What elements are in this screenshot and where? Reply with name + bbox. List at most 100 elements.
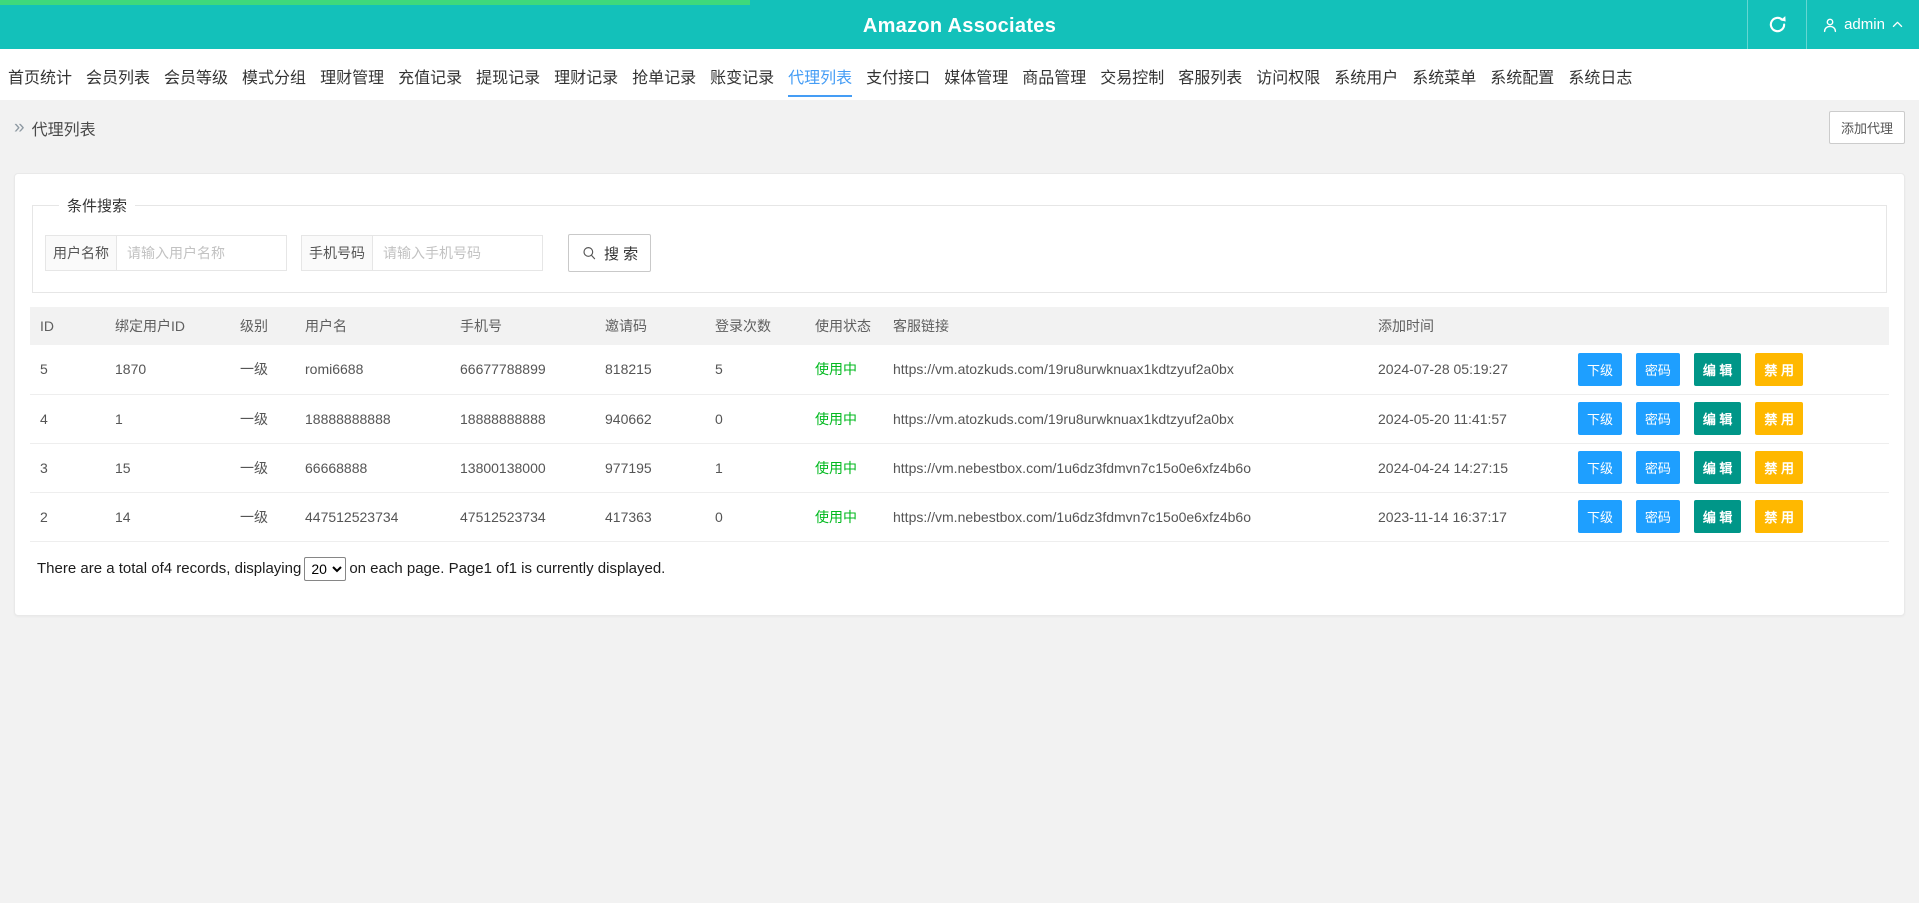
cell-username: romi6688 (295, 345, 450, 395)
cell-service-link: https://vm.nebestbox.com/1u6dz3fdmvn7c15… (883, 492, 1368, 542)
disable-button[interactable]: 禁 用 (1755, 451, 1803, 484)
cell-login-count: 0 (705, 394, 805, 444)
password-button[interactable]: 密码 (1635, 402, 1680, 435)
phone-field-label: 手机号码 (301, 235, 372, 271)
cell-level: 一级 (230, 394, 295, 444)
nav-item-member-list[interactable]: 会员列表 (86, 52, 150, 97)
sub-agents-button[interactable]: 下级 (1578, 402, 1623, 435)
nav-item-system-users[interactable]: 系统用户 (1334, 52, 1398, 97)
breadcrumb: » 代理列表 (14, 116, 96, 140)
nav-item-system-menu[interactable]: 系统菜单 (1412, 52, 1476, 97)
chevron-up-icon (1892, 21, 1903, 28)
pagination-text-before: There are a total of4 records, displayin… (37, 560, 302, 577)
password-button[interactable]: 密码 (1635, 500, 1680, 533)
page-head: » 代理列表 添加代理 (0, 100, 1919, 155)
cell-level: 一级 (230, 345, 295, 395)
refresh-icon (1769, 16, 1786, 33)
search-button-label: 搜 索 (604, 245, 639, 263)
cell-id: 5 (30, 345, 105, 395)
disable-button[interactable]: 禁 用 (1755, 500, 1803, 533)
disable-button[interactable]: 禁 用 (1755, 352, 1803, 386)
edit-button[interactable]: 编 辑 (1693, 352, 1742, 386)
nav-item-member-level[interactable]: 会员等级 (164, 52, 228, 97)
nav-item-recharge-log[interactable]: 充值记录 (398, 52, 462, 97)
breadcrumb-icon: » (14, 117, 25, 138)
pagination-text-after: on each page. Page1 of1 is currently dis… (349, 560, 666, 577)
col-actions (1568, 307, 1889, 345)
cell-added-time: 2023-11-14 16:37:17 (1368, 492, 1568, 542)
nav-item-withdraw-log[interactable]: 提现记录 (476, 52, 540, 97)
cell-login-count: 0 (705, 492, 805, 542)
nav-item-order-grab-log[interactable]: 抢单记录 (632, 52, 696, 97)
user-icon (1823, 18, 1837, 32)
cell-invite-code: 417363 (595, 492, 705, 542)
refresh-button[interactable] (1748, 0, 1806, 49)
topbar: Amazon Associates admin (0, 0, 1919, 49)
col-status: 使用状态 (805, 307, 883, 345)
username-label: admin (1844, 16, 1885, 33)
nav-item-system-log[interactable]: 系统日志 (1568, 52, 1632, 97)
edit-button[interactable]: 编 辑 (1693, 402, 1742, 435)
nav-item-balance-log[interactable]: 账变记录 (710, 52, 774, 97)
cell-id: 4 (30, 394, 105, 444)
cell-service-link: https://vm.atozkuds.com/19ru8urwknuax1kd… (883, 345, 1368, 395)
cell-id: 2 (30, 492, 105, 542)
nav-item-access-rights[interactable]: 访问权限 (1256, 52, 1320, 97)
cell-invite-code: 818215 (595, 345, 705, 395)
username-input[interactable] (116, 235, 287, 271)
app-title: Amazon Associates (862, 15, 1057, 37)
password-button[interactable]: 密码 (1635, 352, 1680, 386)
nav-item-finance-mgmt[interactable]: 理财管理 (320, 52, 384, 97)
nav-item-finance-log[interactable]: 理财记录 (554, 52, 618, 97)
cell-added-time: 2024-04-24 14:27:15 (1368, 443, 1568, 493)
edit-button[interactable]: 编 辑 (1693, 500, 1742, 533)
page-title: 代理列表 (31, 121, 96, 139)
col-login-count: 登录次数 (705, 307, 805, 345)
edit-button[interactable]: 编 辑 (1693, 451, 1742, 484)
cell-phone: 18888888888 (450, 394, 595, 444)
sub-agents-button[interactable]: 下级 (1578, 500, 1623, 533)
col-service-link: 客服链接 (883, 307, 1368, 345)
nav-item-home-stats[interactable]: 首页统计 (8, 52, 72, 97)
cell-username: 66668888 (295, 443, 450, 493)
user-menu[interactable]: admin (1807, 0, 1919, 49)
topbar-right: admin (1747, 0, 1919, 49)
search-row: 用户名称 手机号码 搜 索 (45, 234, 1876, 272)
cell-level: 一级 (230, 492, 295, 542)
disable-button[interactable]: 禁 用 (1755, 402, 1803, 435)
search-button[interactable]: 搜 索 (568, 234, 652, 272)
cell-username: 447512523734 (295, 492, 450, 542)
nav-item-service-list[interactable]: 客服列表 (1178, 52, 1242, 97)
password-button[interactable]: 密码 (1635, 451, 1680, 484)
search-panel: 条件搜索 用户名称 手机号码 搜 索 (32, 195, 1887, 293)
cell-username: 18888888888 (295, 394, 450, 444)
cell-service-link: https://vm.nebestbox.com/1u6dz3fdmvn7c15… (883, 443, 1368, 493)
col-added-time: 添加时间 (1368, 307, 1568, 345)
per-page-select[interactable]: 20 (304, 556, 347, 581)
nav-item-system-config[interactable]: 系统配置 (1490, 52, 1554, 97)
nav-item-trade-control[interactable]: 交易控制 (1100, 52, 1164, 97)
nav-item-payment-api[interactable]: 支付接口 (866, 52, 930, 97)
nav-item-agent-list[interactable]: 代理列表 (788, 52, 853, 97)
search-legend: 条件搜索 (67, 198, 128, 215)
phone-input[interactable] (372, 235, 543, 271)
content-card: 条件搜索 用户名称 手机号码 搜 索 (14, 173, 1905, 616)
cell-added-time: 2024-07-28 05:19:27 (1368, 345, 1568, 395)
cell-invite-code: 977195 (595, 443, 705, 493)
nav-item-media-mgmt[interactable]: 媒体管理 (944, 52, 1008, 97)
add-agent-button[interactable]: 添加代理 (1828, 111, 1905, 144)
sub-agents-button[interactable]: 下级 (1578, 352, 1623, 386)
nav-item-product-mgmt[interactable]: 商品管理 (1022, 52, 1086, 97)
table-row: 5 1870 一级 romi6688 66677788899 818215 5 … (30, 345, 1889, 395)
sub-agents-button[interactable]: 下级 (1578, 451, 1623, 484)
table-row: 2 14 一级 447512523734 47512523734 417363 … (30, 492, 1889, 542)
cell-id: 3 (30, 443, 105, 493)
cell-level: 一级 (230, 443, 295, 493)
cell-phone: 13800138000 (450, 443, 595, 493)
search-icon (583, 246, 596, 259)
status-badge: 使用中 (815, 508, 857, 525)
col-phone: 手机号 (450, 307, 595, 345)
nav-item-mode-group[interactable]: 模式分组 (242, 52, 306, 97)
cell-bind-uid: 1 (105, 394, 230, 444)
col-level: 级别 (230, 307, 295, 345)
